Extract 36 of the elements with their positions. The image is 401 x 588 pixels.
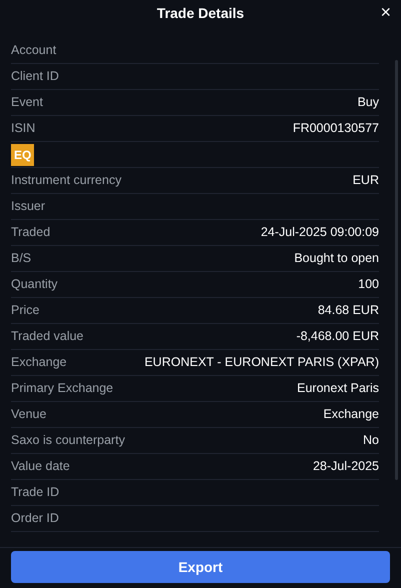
field-value: -8,468.00 EUR	[296, 328, 379, 346]
field-value: No	[363, 432, 379, 450]
asset-type-badge: EQ	[11, 144, 34, 166]
field-value: 28-Jul-2025	[312, 458, 379, 476]
field-label: Trade ID	[11, 484, 60, 502]
field-label: Event	[11, 94, 43, 112]
field-label: Instrument currency	[11, 172, 122, 190]
field-label: Saxo is counterparty	[11, 432, 125, 450]
field-value: 84.68 EUR	[318, 302, 379, 320]
field-label: Primary Exchange	[11, 380, 114, 398]
field-value: 100	[358, 276, 379, 294]
field-label: Quantity	[11, 276, 58, 294]
close-button[interactable]: ×	[380, 2, 391, 22]
field-label: Account	[11, 42, 56, 60]
field-label: Issuer	[11, 198, 46, 216]
field-value: Euronext Paris	[297, 380, 379, 398]
field-label: Client ID	[11, 68, 59, 86]
scrollbar[interactable]	[395, 60, 398, 480]
field-label: B/S	[11, 250, 32, 268]
field-label: Value date	[11, 458, 70, 476]
field-value: EURONEXT - EURONEXT PARIS (XPAR)	[144, 354, 379, 372]
field-value: EUR	[352, 172, 379, 190]
field-label: Venue	[11, 406, 46, 424]
dialog-title: Trade Details	[156, 4, 244, 23]
field-label: Traded	[11, 224, 50, 242]
field-label: Order ID	[11, 510, 59, 528]
field-value: Exchange	[323, 406, 379, 424]
field-value: Buy	[357, 94, 379, 112]
field-value: Bought to open	[294, 250, 379, 268]
field-label: ISIN	[11, 120, 36, 138]
field-label: Price	[11, 302, 40, 320]
field-label: Exchange	[11, 354, 67, 372]
field-label: Traded value	[11, 328, 84, 346]
export-button[interactable]: Export	[11, 551, 390, 583]
field-value: FR0000130577	[292, 120, 379, 138]
field-value: 24-Jul-2025 09:00:09	[260, 224, 379, 242]
